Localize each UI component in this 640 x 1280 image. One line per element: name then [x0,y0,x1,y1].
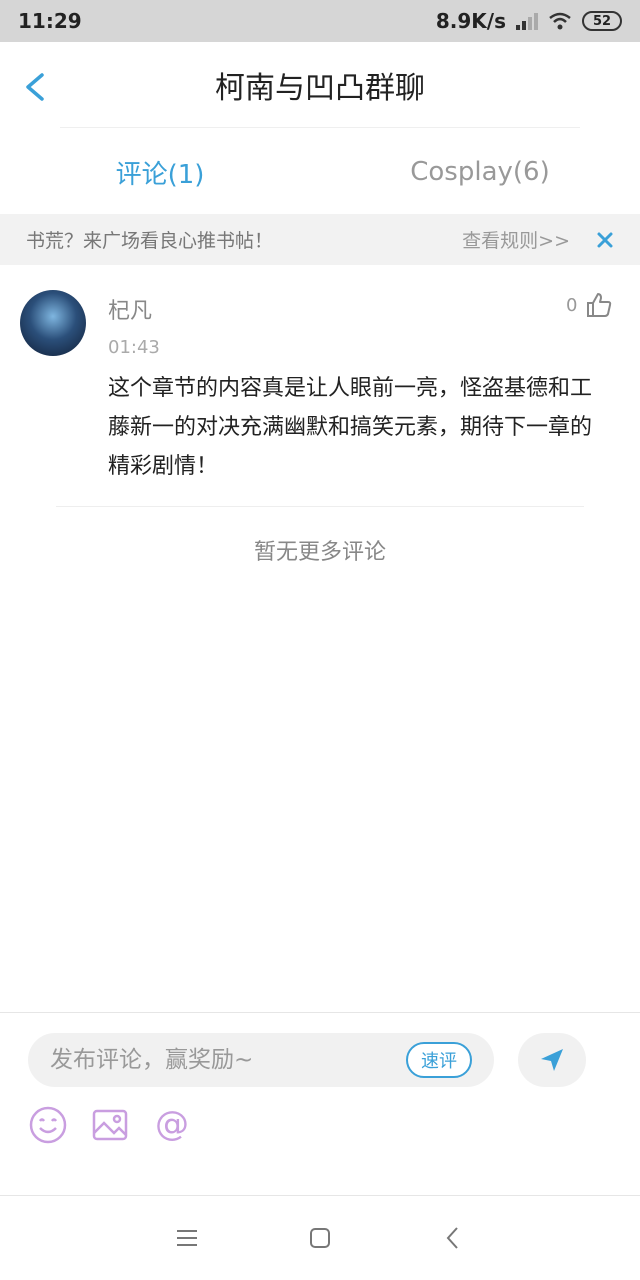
home-icon [309,1228,330,1248]
like-button[interactable]: 0 [566,291,613,319]
comment-body: 这个章节的内容真是让人眼前一亮，怪盗基德和工藤新一的对决充满幽默和搞笑元素，期待… [108,376,593,479]
header-divider [60,127,580,128]
battery-icon: 52 [582,11,622,31]
quick-comment-button[interactable]: 速评 [406,1042,472,1078]
comment-input[interactable] [50,1047,406,1073]
comment-username[interactable]: 杞凡 [108,293,152,325]
status-bar: 11:29 8.9K/s 52 [0,0,640,42]
no-more-comments: 暂无更多评论 [253,540,386,565]
like-count: 0 [566,294,578,316]
mention-icon[interactable]: @ [152,1105,192,1145]
back-arrow-icon[interactable] [22,72,48,102]
notice-bar: 书荒？来广场看良心推书帖！ 查看规则>> [0,214,640,265]
wifi-icon [549,12,571,30]
comment-time: 01:43 [108,337,160,358]
list-divider [56,506,584,507]
comment-composer: 速评 @ [0,1012,640,1196]
home-button[interactable] [304,1222,336,1254]
system-back-button[interactable] [437,1222,469,1254]
thumbs-up-icon[interactable] [585,291,613,319]
tab-bar: 评论(1) Cosplay(6) [0,130,640,214]
menu-button[interactable] [171,1222,203,1254]
image-icon[interactable] [90,1105,130,1145]
status-right: 8.9K/s 52 [436,9,622,33]
notice-text[interactable]: 书荒？来广场看良心推书帖！ [26,226,462,253]
status-time: 11:29 [18,9,82,33]
page-title: 柯南与凹凸群聊 [215,71,425,106]
avatar[interactable] [20,290,86,356]
close-icon[interactable] [596,231,614,249]
view-rules-link[interactable]: 查看规则>> [462,226,570,253]
emoji-icon[interactable] [28,1105,68,1145]
menu-icon [176,1230,197,1246]
send-icon [541,1049,563,1071]
battery-level: 52 [592,13,612,29]
network-speed: 8.9K/s [435,9,506,33]
tab-cosplay[interactable]: Cosplay(6) [320,130,640,214]
system-nav-bar [0,1196,640,1280]
header: 柯南与凹凸群聊 [0,42,640,128]
comment-input-box: 速评 [28,1033,494,1087]
composer-tools: @ [28,1105,192,1145]
signal-icon [516,12,538,30]
tab-comments[interactable]: 评论(1) [0,130,320,214]
send-button[interactable] [518,1033,586,1087]
svg-text:@: @ [155,1105,189,1144]
chevron-left-icon [446,1227,459,1249]
